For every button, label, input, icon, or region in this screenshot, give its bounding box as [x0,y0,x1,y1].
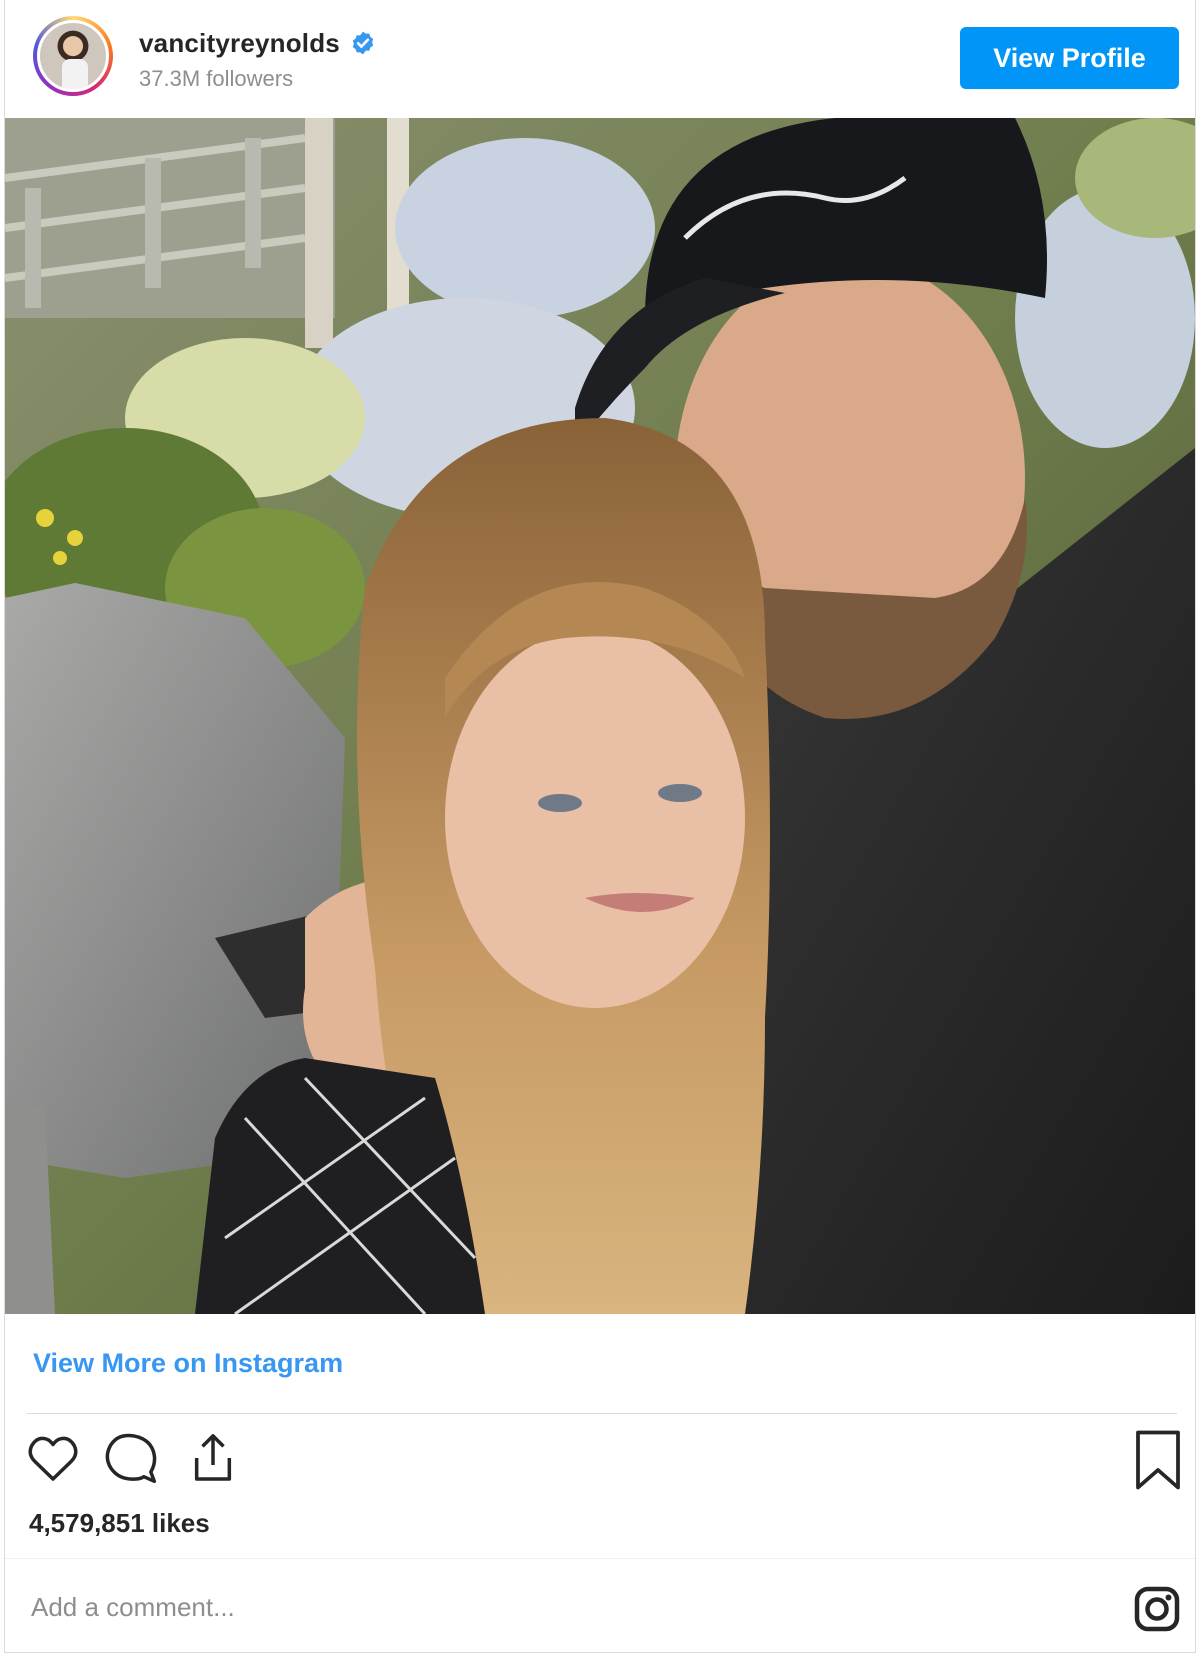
post-actions [5,1430,1195,1494]
post-header: vancityreynolds 37.3M followers View Pro… [5,0,1195,118]
bookmark-icon [1136,1430,1180,1490]
instagram-embed-card: vancityreynolds 37.3M followers View Pro… [4,0,1196,1653]
avatar [37,20,109,92]
post-photo-illustration [5,118,1195,1314]
username-row: vancityreynolds [139,26,376,60]
instagram-logo-link[interactable] [1133,1585,1181,1633]
heart-icon [28,1436,78,1481]
like-count: 4,579,851 likes [29,1508,210,1538]
follower-count: 37.3M followers [139,66,294,91]
view-more-on-instagram-link[interactable]: View More on Instagram [33,1348,343,1379]
comment-icon [105,1433,157,1484]
share-icon [194,1434,232,1481]
comment-button[interactable] [103,1430,159,1490]
instagram-logo-icon [1134,1586,1180,1632]
divider [5,1558,1195,1559]
divider [27,1413,1177,1414]
save-button[interactable] [1133,1430,1189,1490]
like-button[interactable] [25,1430,81,1490]
view-profile-button[interactable]: View Profile [960,27,1179,89]
post-image[interactable] [5,118,1195,1314]
share-button[interactable] [185,1430,241,1490]
comment-input[interactable] [29,1584,1033,1630]
profile-avatar-link[interactable] [33,16,113,96]
verified-badge-icon [352,31,374,55]
avatar-figure [62,59,88,89]
username-link[interactable]: vancityreynolds [139,28,340,59]
